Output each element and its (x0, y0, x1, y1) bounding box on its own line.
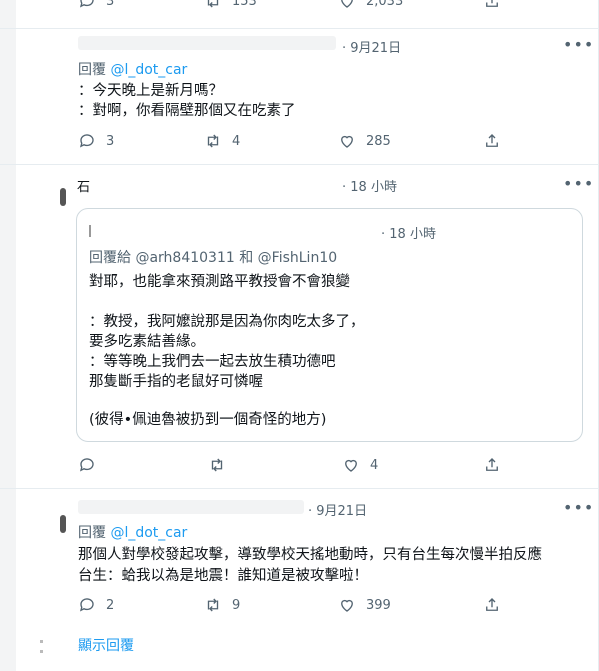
reply-label: 回覆 (78, 62, 106, 78)
author-name-fragment[interactable]: 石 (77, 176, 90, 195)
quoted-tweet[interactable]: · 18 小時 回覆給 @arh8410311 和 @FishLin10 對耶，… (76, 208, 583, 442)
share-action[interactable] (483, 456, 501, 474)
mention-link[interactable]: @l_dot_car (110, 62, 187, 78)
share-action[interactable] (483, 596, 501, 614)
quoted-timestamp: · 18 小時 (381, 227, 436, 242)
like-icon (341, 135, 353, 148)
divider (0, 488, 599, 489)
tweet-text-line: 台生：蛤我以為是地震！誰知道是被攻擊啦！ (78, 568, 368, 584)
reply-action[interactable]: 2 (78, 596, 114, 614)
timestamp[interactable]: · 9月21日 (342, 37, 401, 56)
divider (0, 28, 599, 29)
like-count: 4 (370, 457, 379, 473)
like-action[interactable]: 285 (338, 132, 391, 150)
thread-dot (40, 640, 43, 643)
tweet-text-line: 那個人對學校發起攻擊，導致學校天搖地動時，只有台生每次慢半拍反應 (78, 547, 542, 563)
quoted-avatar (89, 225, 91, 237)
share-action[interactable] (483, 132, 501, 150)
retweet-icon (207, 598, 219, 612)
retweet-action[interactable]: 9 (204, 596, 240, 614)
retweet-action[interactable]: 153 (204, 0, 257, 10)
reply-count: 2 (106, 597, 115, 613)
retweet-icon (207, 134, 219, 148)
reply-count: 3 (106, 0, 115, 9)
share-icon (486, 598, 498, 611)
author-name[interactable] (78, 36, 336, 50)
like-icon (341, 599, 353, 612)
like-action[interactable]: 399 (338, 596, 391, 614)
like-action[interactable]: 4 (342, 456, 378, 474)
reply-to-line: 回覆 @l_dot_car (78, 522, 187, 542)
reply-icon (79, 458, 94, 472)
timestamp[interactable]: · 9月21日 (308, 500, 367, 519)
quoted-text-line: (彼得•佩迪魯被扔到一個奇怪的地方) (89, 412, 327, 428)
retweet-icon (207, 0, 219, 8)
like-action[interactable]: 2,033 (338, 0, 403, 10)
mention-link[interactable]: @l_dot_car (110, 525, 187, 541)
reply-icon (79, 134, 94, 148)
quoted-text-line: ：等等晚上我們去一起去放生積功德吧 (89, 354, 336, 370)
reply-icon (79, 0, 94, 8)
like-count: 285 (366, 133, 391, 149)
share-action[interactable] (483, 0, 501, 10)
divider (0, 164, 599, 165)
author-name[interactable] (78, 500, 304, 514)
reply-action[interactable]: 3 (78, 0, 114, 10)
like-icon (345, 459, 357, 472)
quoted-text-line: 那隻斷手指的老鼠好可憐喔 (89, 374, 263, 390)
reply-icon (79, 598, 94, 612)
reply-action[interactable]: 3 (78, 132, 114, 150)
reply-to-line: 回覆 @l_dot_car (78, 59, 187, 79)
quoted-text-line: 要多吃素結善緣。 (89, 334, 205, 350)
thread-dot (40, 650, 43, 653)
tweet-text-line: ：今天晚上是新月嗎？ (78, 83, 223, 99)
like-count: 2,033 (366, 0, 404, 9)
retweet-count: 4 (232, 133, 241, 149)
left-gutter (0, 0, 16, 671)
retweet-action[interactable]: 4 (204, 132, 240, 150)
quoted-text-line: 對耶，也能拿來預測路平教授會不會狼變 (89, 274, 350, 290)
share-icon (486, 134, 498, 147)
retweet-icon (211, 458, 223, 472)
more-icon[interactable]: ••• (563, 176, 594, 192)
retweet-count: 153 (232, 0, 257, 9)
tweet-text-line: ：對啊，你看隔壁那個又在吃素了 (78, 103, 296, 119)
share-icon (486, 458, 498, 471)
like-count: 399 (366, 597, 391, 613)
share-icon (486, 0, 498, 7)
more-icon[interactable]: ••• (563, 500, 594, 516)
retweet-action[interactable] (208, 456, 236, 474)
quoted-reply-to: 回覆給 @arh8410311 和 @FishLin10 (89, 250, 338, 266)
quoted-text-line: ：教授，我阿嬤說那是因為你肉吃太多了， (89, 314, 365, 330)
more-icon[interactable]: ••• (563, 37, 594, 53)
show-replies-link[interactable]: 顯示回覆 (78, 635, 134, 655)
reply-label: 回覆 (78, 525, 106, 541)
reply-action[interactable] (78, 456, 106, 474)
retweet-count: 9 (232, 597, 241, 613)
avatar[interactable] (60, 188, 66, 206)
avatar[interactable] (60, 515, 66, 533)
like-icon (341, 0, 353, 8)
reply-count: 3 (106, 133, 115, 149)
timestamp[interactable]: · 18 小時 (342, 176, 397, 195)
